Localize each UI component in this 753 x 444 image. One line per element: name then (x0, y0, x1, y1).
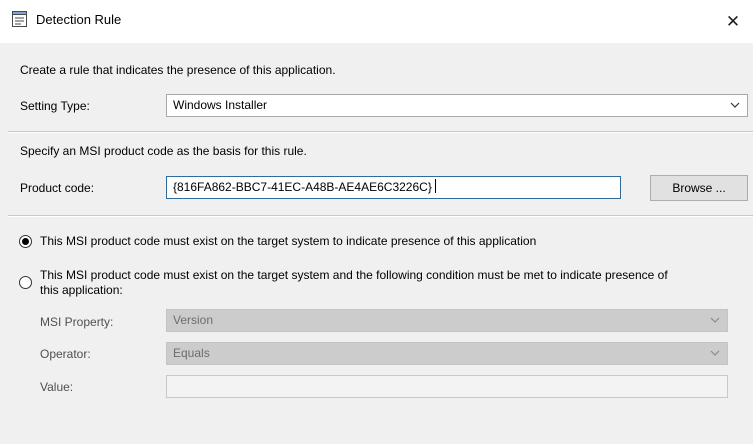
window-title: Detection Rule (36, 12, 122, 27)
msi-property-value: Version (173, 313, 214, 327)
condition-radio[interactable] (19, 276, 32, 289)
msi-property-select[interactable]: Version (166, 309, 728, 332)
product-code-input[interactable]: {816FA862-BBC7-41EC-A48B-AE4AE6C3226C} (166, 176, 621, 199)
chevron-down-icon (709, 343, 721, 364)
browse-button[interactable]: Browse ... (650, 175, 748, 201)
exists-option-label: This MSI product code must exist on the … (40, 234, 537, 248)
setting-type-select[interactable]: Windows Installer (166, 94, 748, 117)
title-bar: Detection Rule ✕ (0, 0, 753, 43)
operator-value: Equals (173, 346, 210, 360)
value-input[interactable] (166, 375, 728, 398)
chevron-down-icon (709, 310, 721, 331)
section-divider-highlight (8, 216, 753, 217)
value-label: Value: (40, 380, 74, 394)
msi-property-label: MSI Property: (40, 315, 114, 329)
setting-type-value: Windows Installer (173, 98, 268, 112)
setting-type-label: Setting Type: (20, 99, 90, 113)
section-divider-highlight (8, 132, 753, 133)
intro-text: Create a rule that indicates the presenc… (20, 63, 336, 77)
condition-option-label: This MSI product code must exist on the … (40, 268, 668, 282)
condition-option-label-line2: this application: (40, 283, 123, 297)
text-caret (434, 179, 436, 193)
exists-radio[interactable] (19, 235, 32, 248)
close-icon: ✕ (725, 11, 741, 31)
operator-select[interactable]: Equals (166, 342, 728, 365)
close-button[interactable]: ✕ (713, 0, 753, 43)
dialog-icon (12, 11, 27, 27)
chevron-down-icon (729, 95, 741, 116)
product-code-value: {816FA862-BBC7-41EC-A48B-AE4AE6C3226C} (173, 180, 432, 194)
operator-label: Operator: (40, 347, 91, 361)
msi-instruction-text: Specify an MSI product code as the basis… (20, 144, 307, 158)
product-code-label: Product code: (20, 181, 95, 195)
